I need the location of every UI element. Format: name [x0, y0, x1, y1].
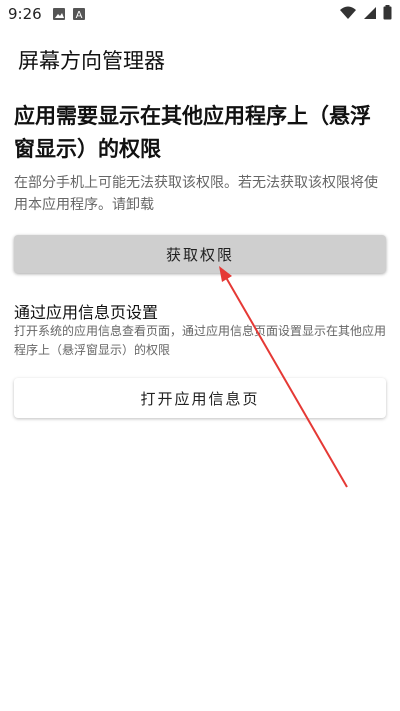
app-info-section-title: 通过应用信息页设置: [14, 303, 159, 322]
text-a-icon: A: [72, 6, 86, 25]
app-info-section-description: 打开系统的应用信息查看页面，通过应用信息页面设置显示在其他应用程序上（悬浮窗显示…: [14, 324, 387, 357]
cellular-signal-icon: [363, 5, 377, 24]
wifi-icon: [339, 5, 357, 24]
battery-icon: [383, 5, 392, 24]
app-bar: 屏幕方向管理器: [0, 28, 400, 90]
svg-text:A: A: [76, 10, 83, 21]
permission-section: 应用需要显示在其他应用程序上（悬浮窗显示）的权限 在部分手机上可能无法获取该权限…: [14, 100, 386, 216]
status-bar: 9:26 A: [0, 0, 400, 28]
status-time: 9:26: [8, 5, 42, 23]
open-app-info-button[interactable]: 打开应用信息页: [14, 378, 386, 418]
status-right-icons: [339, 5, 392, 24]
permission-heading: 应用需要显示在其他应用程序上（悬浮窗显示）的权限: [14, 104, 371, 161]
status-left-icons: A: [52, 6, 86, 25]
app-title: 屏幕方向管理器: [18, 49, 165, 73]
image-icon: [52, 6, 66, 25]
grant-permission-button[interactable]: 获取权限: [14, 235, 386, 273]
permission-description: 在部分手机上可能无法获取该权限。若无法获取该权限将使用本应用程序。请卸载: [14, 175, 378, 213]
